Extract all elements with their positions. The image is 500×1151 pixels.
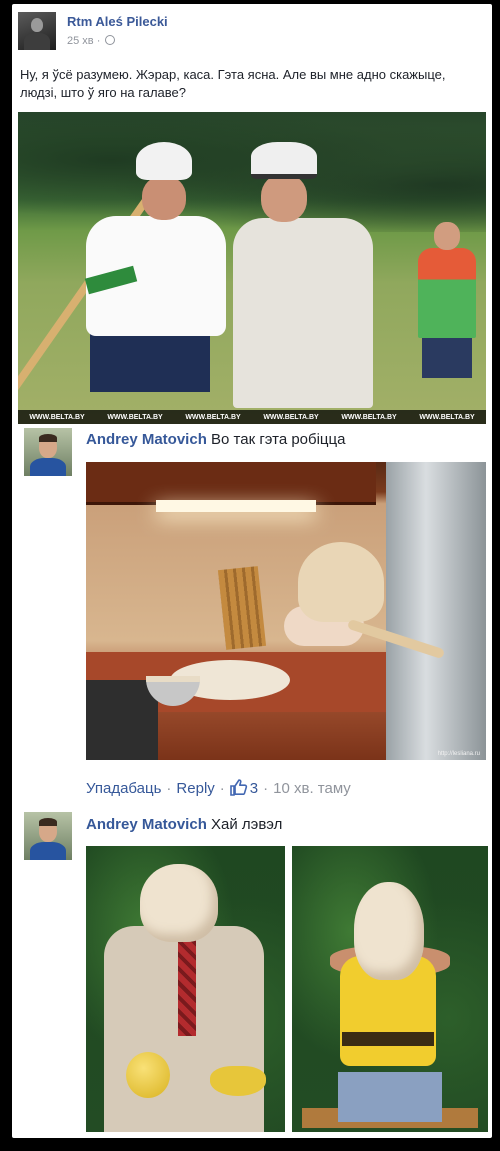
- comment-text: Хай лэвэл: [211, 816, 283, 833]
- post-meta: 25 хв ·: [67, 35, 116, 47]
- post-text: Ну, я ўсё разумею. Жэрар, каса. Гэта ясн…: [20, 67, 446, 100]
- post-timestamp[interactable]: 25 хв: [67, 35, 94, 47]
- post-photo[interactable]: WWW.BELTA.BY WWW.BELTA.BY WWW.BELTA.BY W…: [18, 112, 486, 424]
- reply-link[interactable]: Reply: [176, 780, 214, 797]
- image-watermark: http://lesliana.ru: [437, 751, 480, 757]
- thumbs-up-icon[interactable]: [229, 779, 248, 796]
- like-count[interactable]: 3: [250, 780, 258, 797]
- commenter-avatar[interactable]: [24, 428, 72, 476]
- watermark-text: WWW.BELTA.BY: [185, 413, 241, 421]
- comment-timestamp[interactable]: 10 хв. таму: [273, 780, 351, 797]
- comment-photo-kitchen[interactable]: http://lesliana.ru: [86, 462, 486, 760]
- commenter-avatar[interactable]: [24, 812, 72, 860]
- dough-head: [354, 882, 424, 980]
- watermark-text: WWW.BELTA.BY: [341, 413, 397, 421]
- comment-photo-man[interactable]: [86, 846, 285, 1132]
- dough-head: [140, 864, 218, 942]
- melon: [126, 1052, 170, 1098]
- comment-author[interactable]: Andrey Matovich: [86, 816, 207, 833]
- comment-photo-woman[interactable]: [292, 846, 488, 1132]
- post-card: Rtm Aleś Pilecki 25 хв · Ну, я ўсё разум…: [12, 4, 492, 1138]
- child-with-dough: [284, 542, 384, 662]
- globe-icon[interactable]: [105, 35, 116, 45]
- unlike-link[interactable]: Упадабаць: [86, 780, 161, 797]
- watermark-text: WWW.BELTA.BY: [29, 413, 85, 421]
- man-in-background: [418, 222, 478, 402]
- comment-line: Andrey Matovich Во так гэта робіцца: [86, 431, 345, 448]
- comment-text: Во так гэта робіцца: [211, 431, 346, 448]
- man-in-chef-hat: [76, 142, 226, 392]
- watermark-text: WWW.BELTA.BY: [107, 413, 163, 421]
- watermark-text: WWW.BELTA.BY: [263, 413, 319, 421]
- watermark-text: WWW.BELTA.BY: [419, 413, 475, 421]
- post-author-name[interactable]: Rtm Aleś Pilecki: [67, 14, 168, 29]
- comment-actions: Упадабаць · Reply · 3 · 10 хв. таму: [86, 779, 351, 797]
- man-in-panama-hat: [223, 138, 383, 408]
- comment-author[interactable]: Andrey Matovich: [86, 431, 207, 448]
- author-avatar[interactable]: [18, 12, 56, 50]
- bananas: [210, 1066, 266, 1096]
- comment-line: Andrey Matovich Хай лэвэл: [86, 816, 282, 833]
- photo-watermark-strip: WWW.BELTA.BY WWW.BELTA.BY WWW.BELTA.BY W…: [18, 410, 486, 424]
